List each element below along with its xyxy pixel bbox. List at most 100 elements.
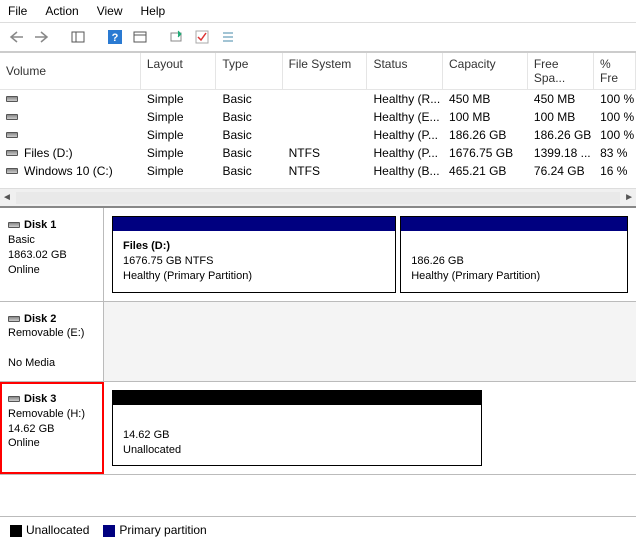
list-icon[interactable]: [218, 26, 240, 48]
volume-fs: [283, 108, 368, 126]
volume-free: 76.24 GB: [528, 162, 594, 180]
col-pctfree[interactable]: % Fre: [594, 53, 636, 89]
volume-status: Healthy (P...: [368, 126, 444, 144]
disk-2-label[interactable]: Disk 2 Removable (E:) No Media: [0, 302, 104, 381]
volume-capacity: 450 MB: [443, 90, 528, 108]
partition-header: [401, 217, 627, 231]
drive-icon: [6, 168, 18, 174]
col-volume[interactable]: Volume: [0, 53, 141, 89]
col-freespace[interactable]: Free Spa...: [528, 53, 594, 89]
menu-help[interactable]: Help: [141, 4, 166, 18]
volume-layout: Simple: [141, 108, 217, 126]
partition-header: [113, 217, 395, 231]
volume-list: Volume Layout Type File System Status Ca…: [0, 52, 636, 206]
scroll-left-icon[interactable]: ◄: [2, 192, 12, 203]
menu-action[interactable]: Action: [45, 4, 78, 18]
disk-1-status: Online: [8, 263, 95, 278]
drive-icon: [6, 150, 18, 156]
partition-status: Unallocated: [123, 444, 181, 456]
scroll-right-icon[interactable]: ►: [624, 192, 634, 203]
volume-layout: Simple: [141, 126, 217, 144]
disk-1-size: 1863.02 GB: [8, 248, 95, 263]
settings-icon[interactable]: [130, 26, 152, 48]
swatch-unallocated: [10, 525, 22, 537]
volume-layout: Simple: [141, 90, 217, 108]
volume-pct: 100 %: [594, 126, 636, 144]
scroll-track[interactable]: [16, 192, 620, 204]
volume-row[interactable]: SimpleBasicHealthy (E...100 MB100 MB100 …: [0, 108, 636, 126]
volume-fs: [283, 90, 368, 108]
help-icon[interactable]: ?: [104, 26, 126, 48]
svg-text:?: ?: [112, 32, 119, 44]
disk-1-partition-2[interactable]: 186.26 GB Healthy (Primary Partition): [400, 216, 628, 293]
menu-view[interactable]: View: [97, 4, 123, 18]
volume-free: 186.26 GB: [528, 126, 594, 144]
partition-title: Files (D:): [123, 240, 170, 252]
disk-3-size: 14.62 GB: [8, 422, 95, 437]
toolbar: ?: [0, 23, 636, 52]
volume-row[interactable]: SimpleBasicHealthy (P...186.26 GB186.26 …: [0, 126, 636, 144]
partition-size: 14.62 GB: [123, 429, 169, 441]
menu-bar: File Action View Help: [0, 0, 636, 23]
disk-3-name: Disk 3: [24, 392, 56, 407]
disk-3-partition-1[interactable]: 14.62 GB Unallocated: [112, 390, 482, 467]
volume-layout: Simple: [141, 144, 217, 162]
legend-primary: Primary partition: [103, 523, 206, 537]
disk-3-status: Online: [8, 436, 95, 451]
volume-layout: Simple: [141, 162, 217, 180]
horizontal-scrollbar[interactable]: ◄ ►: [0, 188, 636, 206]
volume-status: Healthy (R...: [368, 90, 444, 108]
legend: Unallocated Primary partition: [0, 516, 636, 543]
drive-icon: [6, 132, 18, 138]
disk-2-name: Disk 2: [24, 312, 56, 327]
partition-size: 186.26 GB: [411, 255, 464, 267]
volume-capacity: 465.21 GB: [443, 162, 528, 180]
disk-row-2: Disk 2 Removable (E:) No Media: [0, 302, 636, 382]
disk-row-3: Disk 3 Removable (H:) 14.62 GB Online 14…: [0, 382, 636, 476]
disk-2-type: Removable (E:): [8, 326, 95, 341]
volume-status: Healthy (B...: [368, 162, 444, 180]
refresh-icon[interactable]: [166, 26, 188, 48]
volume-pct: 100 %: [594, 90, 636, 108]
partition-status: Healthy (Primary Partition): [411, 270, 540, 282]
col-capacity[interactable]: Capacity: [443, 53, 528, 89]
volume-name: Windows 10 (C:): [24, 164, 113, 178]
partition-status: Healthy (Primary Partition): [123, 270, 252, 282]
disk-3-label[interactable]: Disk 3 Removable (H:) 14.62 GB Online: [0, 382, 104, 475]
col-layout[interactable]: Layout: [141, 53, 217, 89]
menu-file[interactable]: File: [8, 4, 27, 18]
partition-header: [113, 391, 481, 405]
col-status[interactable]: Status: [367, 53, 443, 89]
volume-type: Basic: [216, 126, 282, 144]
disk-icon: [8, 396, 20, 402]
check-icon[interactable]: [192, 26, 214, 48]
volume-name: Files (D:): [24, 146, 73, 160]
disk-map: Disk 1 Basic 1863.02 GB Online Files (D:…: [0, 206, 636, 516]
volume-capacity: 100 MB: [443, 108, 528, 126]
volume-status: Healthy (E...: [368, 108, 444, 126]
volume-row[interactable]: Windows 10 (C:) SimpleBasicNTFSHealthy (B…: [0, 162, 636, 180]
partition-size: 1676.75 GB NTFS: [123, 255, 214, 267]
volume-fs: NTFS: [283, 144, 368, 162]
volume-fs: NTFS: [283, 162, 368, 180]
disk-1-partition-1[interactable]: Files (D:) 1676.75 GB NTFS Healthy (Prim…: [112, 216, 396, 293]
volume-row[interactable]: Files (D:)SimpleBasicNTFSHealthy (P...16…: [0, 144, 636, 162]
volume-free: 100 MB: [528, 108, 594, 126]
volume-type: Basic: [216, 162, 282, 180]
volume-fs: [283, 126, 368, 144]
forward-icon[interactable]: [32, 26, 54, 48]
drive-icon: [6, 96, 18, 102]
disk-2-status: No Media: [8, 356, 95, 371]
show-hide-icon[interactable]: [68, 26, 90, 48]
disk-1-label[interactable]: Disk 1 Basic 1863.02 GB Online: [0, 208, 104, 301]
volume-pct: 100 %: [594, 108, 636, 126]
volume-row[interactable]: SimpleBasicHealthy (R...450 MB450 MB100 …: [0, 90, 636, 108]
legend-unallocated: Unallocated: [10, 523, 89, 537]
volume-pct: 83 %: [594, 144, 636, 162]
disk-row-1: Disk 1 Basic 1863.02 GB Online Files (D:…: [0, 208, 636, 302]
col-type[interactable]: Type: [216, 53, 282, 89]
swatch-primary: [103, 525, 115, 537]
back-icon[interactable]: [6, 26, 28, 48]
disk-2-body-empty: [104, 302, 636, 381]
col-filesystem[interactable]: File System: [283, 53, 368, 89]
